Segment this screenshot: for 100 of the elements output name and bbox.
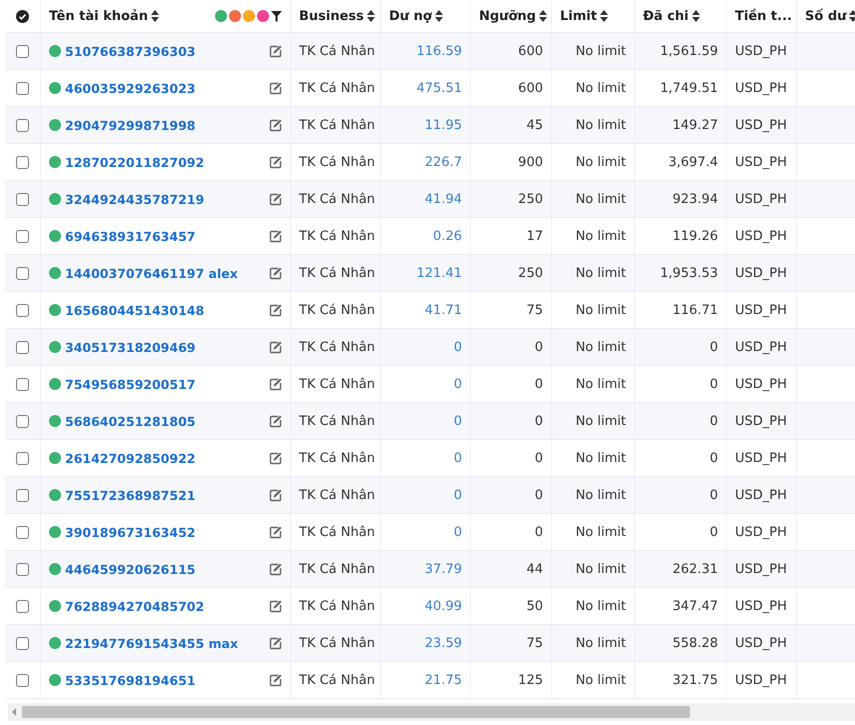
edit-icon[interactable] <box>269 562 282 576</box>
edit-icon[interactable] <box>269 674 282 686</box>
table-cell: No limit <box>576 154 626 170</box>
row-checkbox[interactable] <box>16 526 29 538</box>
balance-link[interactable]: 0.26 <box>433 228 462 244</box>
row-checkbox[interactable] <box>16 266 29 280</box>
edit-icon[interactable] <box>269 156 282 168</box>
row-checkbox[interactable] <box>16 192 29 206</box>
account-link[interactable]: 340517318209469 <box>65 340 196 354</box>
color-filter-dot[interactable] <box>257 10 269 22</box>
edit-icon[interactable] <box>269 636 282 650</box>
row-checkbox[interactable] <box>16 600 29 612</box>
account-link[interactable]: 446459920626115 <box>65 562 196 576</box>
balance-link[interactable]: 23.59 <box>424 636 462 650</box>
account-link[interactable]: 568640251281805 <box>65 414 196 428</box>
table-cell: 44 <box>526 562 543 576</box>
table-cell: USD_PH <box>735 488 787 502</box>
table-cell: 262.31 <box>672 562 718 576</box>
row-checkbox[interactable] <box>16 118 29 132</box>
column-header: Limit <box>560 8 597 24</box>
row-checkbox[interactable] <box>16 636 29 650</box>
edit-icon[interactable] <box>269 82 282 94</box>
filter-icon[interactable] <box>271 10 282 22</box>
account-link[interactable]: 1656804451430148 <box>65 302 204 318</box>
color-filter-dot[interactable] <box>243 10 255 22</box>
account-link[interactable]: 290479299871998 <box>65 118 196 132</box>
account-link[interactable]: 533517698194651 <box>65 672 196 688</box>
table-cell: 558.28 <box>672 636 718 650</box>
row-checkbox[interactable] <box>16 378 29 390</box>
row-checkbox[interactable] <box>16 340 29 354</box>
account-link[interactable]: 460035929263023 <box>65 80 196 96</box>
edit-icon[interactable] <box>269 230 282 242</box>
balance-link[interactable]: 116.59 <box>416 44 462 58</box>
sort-icon[interactable] <box>538 10 547 22</box>
color-filter-dot[interactable] <box>229 10 241 22</box>
row-checkbox[interactable] <box>16 156 29 168</box>
balance-link[interactable]: 0 <box>454 488 462 502</box>
account-link[interactable]: 7628894270485702 <box>65 598 204 614</box>
account-link[interactable]: 2219477691543455 max <box>65 636 238 650</box>
row-checkbox[interactable] <box>16 82 29 94</box>
account-link[interactable]: 261427092850922 <box>65 450 196 466</box>
row-checkbox[interactable] <box>16 44 29 58</box>
table-cell: 600 <box>518 44 543 58</box>
row-checkbox[interactable] <box>16 304 29 316</box>
table-cell: USD_PH <box>735 302 787 318</box>
balance-link[interactable]: 0 <box>454 340 462 354</box>
balance-link[interactable]: 0 <box>454 524 462 540</box>
edit-icon[interactable] <box>269 488 282 502</box>
sort-icon[interactable] <box>366 10 375 22</box>
row-checkbox[interactable] <box>16 452 29 464</box>
select-all-icon[interactable] <box>16 10 29 22</box>
sort-icon[interactable] <box>600 10 608 22</box>
balance-link[interactable]: 21.75 <box>424 672 462 688</box>
table-cell: 0 <box>534 414 543 428</box>
account-link[interactable]: 390189673163452 <box>65 524 196 540</box>
edit-icon[interactable] <box>269 600 282 612</box>
sort-icon[interactable] <box>150 10 159 22</box>
account-link[interactable]: 510766387396303 <box>65 44 196 58</box>
balance-link[interactable]: 226.7 <box>424 154 462 170</box>
color-filter-dot[interactable] <box>215 10 227 22</box>
account-link[interactable]: 1287022011827092 <box>65 154 204 170</box>
account-link[interactable]: 3244924435787219 <box>65 192 204 206</box>
balance-link[interactable]: 11.95 <box>424 118 462 132</box>
edit-icon[interactable] <box>269 340 282 354</box>
row-checkbox[interactable] <box>16 230 29 242</box>
edit-icon[interactable] <box>269 378 282 390</box>
column-header: Tiền t... <box>735 8 792 24</box>
edit-icon[interactable] <box>269 304 282 316</box>
row-checkbox[interactable] <box>16 414 29 428</box>
account-link[interactable]: 755172368987521 <box>65 488 196 502</box>
balance-link[interactable]: 37.79 <box>424 562 462 576</box>
table-cell: 3,697.4 <box>668 154 718 170</box>
balance-link[interactable]: 0 <box>454 450 462 466</box>
edit-icon[interactable] <box>269 526 282 538</box>
table-cell: No limit <box>576 80 626 96</box>
table-cell: 250 <box>518 266 543 280</box>
table-cell: TK Cá Nhân <box>299 414 375 428</box>
balance-link[interactable]: 121.41 <box>416 266 462 280</box>
account-link[interactable]: 1440037076461197 alex <box>65 266 238 280</box>
balance-link[interactable]: 41.71 <box>424 302 462 318</box>
balance-link[interactable]: 0 <box>454 414 462 428</box>
account-link[interactable]: 754956859200517 <box>65 376 196 392</box>
edit-icon[interactable] <box>269 452 282 464</box>
balance-link[interactable]: 0 <box>454 376 462 392</box>
account-link[interactable]: 694638931763457 <box>65 228 196 244</box>
balance-link[interactable]: 41.94 <box>424 192 462 206</box>
sort-icon[interactable] <box>692 10 700 22</box>
table-cell: No limit <box>576 414 626 428</box>
edit-icon[interactable] <box>269 192 282 206</box>
edit-icon[interactable] <box>269 266 282 280</box>
sort-icon[interactable] <box>849 10 855 22</box>
balance-link[interactable]: 475.51 <box>416 80 462 96</box>
edit-icon[interactable] <box>269 118 282 132</box>
row-checkbox[interactable] <box>16 562 29 576</box>
edit-icon[interactable] <box>269 414 282 428</box>
row-checkbox[interactable] <box>16 488 29 502</box>
balance-link[interactable]: 40.99 <box>424 598 462 614</box>
edit-icon[interactable] <box>269 44 282 58</box>
sort-icon[interactable] <box>434 10 443 22</box>
row-checkbox[interactable] <box>16 674 29 686</box>
